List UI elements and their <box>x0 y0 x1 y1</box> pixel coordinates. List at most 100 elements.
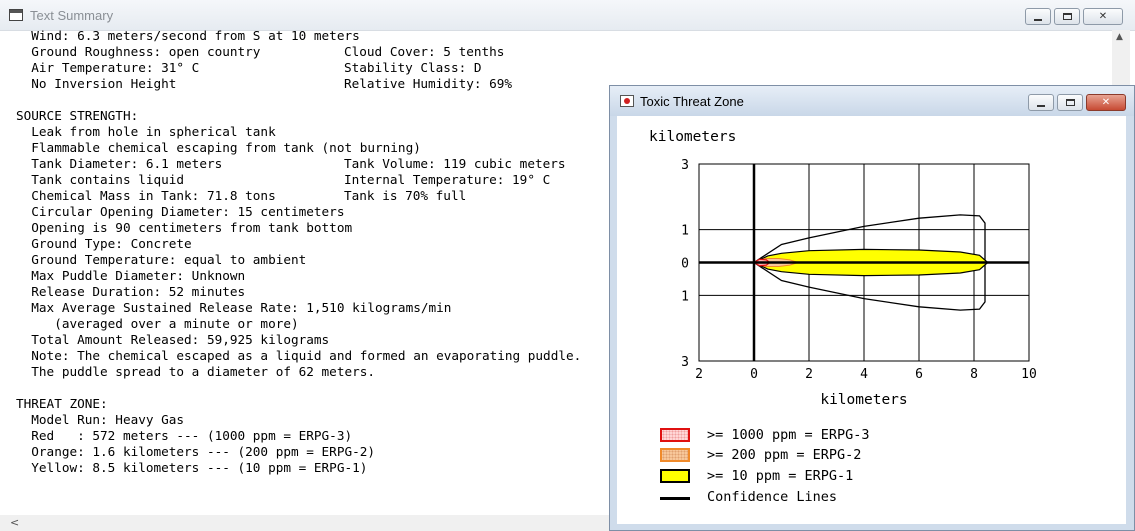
summary-text-secondary: Cloud Cover: 5 tenths <box>344 44 505 59</box>
y-tick-label: 3 <box>681 355 689 370</box>
summary-text: Ground Roughness: open country <box>16 44 261 59</box>
summary-text: Wind: 6.3 meters/second from S at 10 met… <box>16 28 360 43</box>
window-title: Text Summary <box>30 8 114 23</box>
maximize-button[interactable] <box>1054 8 1080 25</box>
x-tick-label: 4 <box>860 367 868 382</box>
summary-text: Ground Type: Concrete <box>16 236 192 251</box>
summary-line: Ground Temperature: equal to ambient <box>16 252 581 268</box>
threat-zone-plot-area: kilometers kilometers 2 0 2 4 6 8 10 3 1 0 1 3 >= 100… <box>617 116 1126 524</box>
legend-label: Confidence Lines <box>707 489 838 505</box>
section-heading: SOURCE STRENGTH: <box>16 108 581 124</box>
summary-text <box>16 92 31 107</box>
scroll-up-icon[interactable]: ▲ <box>1116 32 1123 42</box>
summary-text: Model Run: Heavy Gas <box>16 412 185 427</box>
close-button[interactable]: ✕ <box>1083 8 1123 25</box>
summary-text-secondary: Relative Humidity: 69% <box>344 76 513 91</box>
summary-text: Yellow: 8.5 kilometers --- (10 ppm = ERP… <box>16 460 368 475</box>
summary-text: Chemical Mass in Tank: 71.8 tons <box>16 188 276 203</box>
summary-text: Tank Diameter: 6.1 meters <box>16 156 223 171</box>
summary-line: Ground Roughness: open country Cloud Cove… <box>16 44 581 60</box>
summary-line: Release Duration: 52 minutes <box>16 284 581 300</box>
legend-label: >= 1000 ppm = ERPG-3 <box>707 427 870 443</box>
summary-text: Total Amount Released: 59,925 kilograms <box>16 332 330 347</box>
maximize-button[interactable] <box>1057 94 1083 111</box>
summary-text: SOURCE STRENGTH: <box>16 108 139 123</box>
legend-swatch <box>660 428 690 442</box>
legend-swatch <box>660 497 690 500</box>
summary-line: Opening is 90 centimeters from tank bott… <box>16 220 581 236</box>
y-tick-label: 1 <box>681 224 689 239</box>
summary-line: Total Amount Released: 59,925 kilograms <box>16 332 581 348</box>
x-axis-label: kilometers <box>820 392 907 408</box>
x-tick-label: 6 <box>915 367 923 382</box>
maximize-icon <box>1062 13 1072 20</box>
close-icon: ✕ <box>1098 11 1108 22</box>
summary-line <box>16 92 581 108</box>
summary-line: Max Average Sustained Release Rate: 1,51… <box>16 300 581 316</box>
minimize-button[interactable] <box>1028 94 1054 111</box>
x-tick-label: 8 <box>970 367 978 382</box>
summary-text: THREAT ZONE: <box>16 396 108 411</box>
window-title: Toxic Threat Zone <box>640 94 744 109</box>
summary-text: Release Duration: 52 minutes <box>16 284 246 299</box>
toxic-threat-zone-window: Toxic Threat Zone ✕ kilometers kilometers… <box>609 85 1135 531</box>
summary-text: Circular Opening Diameter: 15 centimeter… <box>16 204 345 219</box>
x-tick-label: 2 <box>805 367 813 382</box>
summary-line: Note: The chemical escaped as a liquid a… <box>16 348 581 364</box>
summary-line: No Inversion Height Relative Humidity: 69… <box>16 76 581 92</box>
summary-line: Tank contains liquid Internal Temperature… <box>16 172 581 188</box>
text-summary-content: Wind: 6.3 meters/second from S at 10 met… <box>16 28 581 476</box>
threat-zone-chart: kilometerskilometers2 0 2 4 6 8 1031013 <box>649 129 1037 408</box>
summary-line: Orange: 1.6 kilometers --- (200 ppm = ER… <box>16 444 581 460</box>
summary-line: The puddle spread to a diameter of 62 me… <box>16 364 581 380</box>
minimize-button[interactable] <box>1025 8 1051 25</box>
summary-line: Yellow: 8.5 kilometers --- (10 ppm = ERP… <box>16 460 581 476</box>
summary-text: Ground Temperature: equal to ambient <box>16 252 307 267</box>
x-tick-label: 10 <box>1021 367 1037 382</box>
close-icon: ✕ <box>1101 97 1111 108</box>
window-icon <box>9 9 23 21</box>
summary-text: Opening is 90 centimeters from tank bott… <box>16 220 353 235</box>
y-tick-label: 0 <box>681 257 689 272</box>
x-tick-label: 2 <box>695 367 703 382</box>
scroll-left-icon[interactable]: < <box>10 516 19 529</box>
summary-text: Flammable chemical escaping from tank (n… <box>16 140 421 155</box>
summary-line: Air Temperature: 31° C Stability Class: D <box>16 60 581 76</box>
summary-line: (averaged over a minute or more) <box>16 316 581 332</box>
summary-line <box>16 380 581 396</box>
minimize-icon <box>1034 18 1042 21</box>
summary-text: Note: The chemical escaped as a liquid a… <box>16 348 582 363</box>
section-heading: THREAT ZONE: <box>16 396 581 412</box>
summary-text: Air Temperature: 31° C <box>16 60 200 75</box>
summary-text: Max Average Sustained Release Rate: 1,51… <box>16 300 452 315</box>
summary-line: Max Puddle Diameter: Unknown <box>16 268 581 284</box>
y-tick-label: 1 <box>681 289 689 304</box>
window-icon <box>620 95 634 107</box>
summary-line: Leak from hole in spherical tank <box>16 124 581 140</box>
summary-text-secondary: Stability Class: D <box>344 60 482 75</box>
summary-text: Max Puddle Diameter: Unknown <box>16 268 246 283</box>
summary-text: Tank contains liquid <box>16 172 185 187</box>
summary-line: Model Run: Heavy Gas <box>16 412 581 428</box>
summary-text-secondary: Tank is 70% full <box>344 188 467 203</box>
summary-line: Wind: 6.3 meters/second from S at 10 met… <box>16 28 581 44</box>
legend-label: >= 200 ppm = ERPG-2 <box>707 447 862 463</box>
maximize-icon <box>1065 99 1075 106</box>
summary-text: Red : 572 meters --- (1000 ppm = ERPG-3) <box>16 428 353 443</box>
summary-text-secondary: Tank Volume: 119 cubic meters <box>344 156 566 171</box>
summary-text-secondary: Internal Temperature: 19° C <box>344 172 551 187</box>
summary-line: Red : 572 meters --- (1000 ppm = ERPG-3) <box>16 428 581 444</box>
legend-label: >= 10 ppm = ERPG-1 <box>707 468 854 484</box>
legend-swatch <box>660 469 690 483</box>
y-tick-label: 3 <box>681 158 689 173</box>
summary-line: Tank Diameter: 6.1 meters Tank Volume: 11… <box>16 156 581 172</box>
summary-line: Chemical Mass in Tank: 71.8 tons Tank is … <box>16 188 581 204</box>
summary-line: Circular Opening Diameter: 15 centimeter… <box>16 204 581 220</box>
close-button[interactable]: ✕ <box>1086 94 1126 111</box>
text-summary-titlebar[interactable]: Text Summary <box>0 0 1135 31</box>
summary-text: (averaged over a minute or more) <box>16 316 299 331</box>
minimize-icon <box>1037 104 1045 107</box>
summary-text: Orange: 1.6 kilometers --- (200 ppm = ER… <box>16 444 376 459</box>
summary-line: Flammable chemical escaping from tank (n… <box>16 140 581 156</box>
legend-swatch <box>660 448 690 462</box>
